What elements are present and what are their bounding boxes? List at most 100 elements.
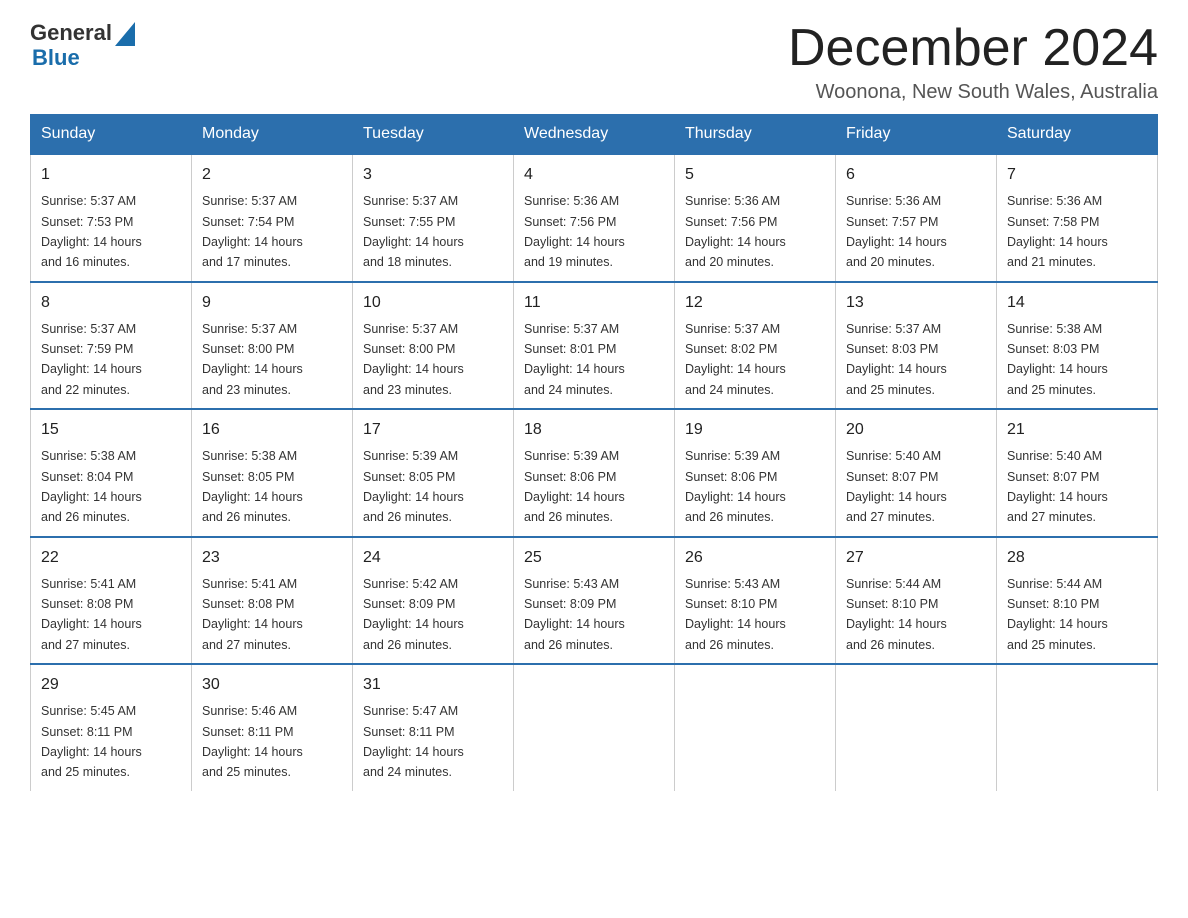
- calendar-cell: 7 Sunrise: 5:36 AMSunset: 7:58 PMDayligh…: [997, 154, 1158, 282]
- calendar-cell: 26 Sunrise: 5:43 AMSunset: 8:10 PMDaylig…: [675, 537, 836, 665]
- day-info: Sunrise: 5:39 AMSunset: 8:06 PMDaylight:…: [685, 449, 786, 524]
- day-number: 8: [41, 291, 181, 315]
- calendar-cell: 15 Sunrise: 5:38 AMSunset: 8:04 PMDaylig…: [31, 409, 192, 537]
- day-info: Sunrise: 5:37 AMSunset: 8:01 PMDaylight:…: [524, 322, 625, 397]
- day-number: 7: [1007, 163, 1147, 187]
- title-section: December 2024 Woonona, New South Wales, …: [788, 20, 1158, 104]
- day-number: 10: [363, 291, 503, 315]
- calendar-cell: 12 Sunrise: 5:37 AMSunset: 8:02 PMDaylig…: [675, 282, 836, 410]
- day-info: Sunrise: 5:37 AMSunset: 7:53 PMDaylight:…: [41, 194, 142, 269]
- logo: General Blue: [30, 20, 135, 70]
- week-row-2: 8 Sunrise: 5:37 AMSunset: 7:59 PMDayligh…: [31, 282, 1158, 410]
- day-number: 26: [685, 546, 825, 570]
- calendar-cell: 29 Sunrise: 5:45 AMSunset: 8:11 PMDaylig…: [31, 664, 192, 791]
- header-saturday: Saturday: [997, 115, 1158, 155]
- calendar-cell: 30 Sunrise: 5:46 AMSunset: 8:11 PMDaylig…: [192, 664, 353, 791]
- day-number: 21: [1007, 418, 1147, 442]
- day-info: Sunrise: 5:45 AMSunset: 8:11 PMDaylight:…: [41, 704, 142, 779]
- header-monday: Monday: [192, 115, 353, 155]
- week-row-3: 15 Sunrise: 5:38 AMSunset: 8:04 PMDaylig…: [31, 409, 1158, 537]
- day-number: 11: [524, 291, 664, 315]
- calendar-header-row: SundayMondayTuesdayWednesdayThursdayFrid…: [31, 115, 1158, 155]
- calendar-cell: 25 Sunrise: 5:43 AMSunset: 8:09 PMDaylig…: [514, 537, 675, 665]
- day-info: Sunrise: 5:38 AMSunset: 8:03 PMDaylight:…: [1007, 322, 1108, 397]
- day-info: Sunrise: 5:39 AMSunset: 8:06 PMDaylight:…: [524, 449, 625, 524]
- calendar-cell: 20 Sunrise: 5:40 AMSunset: 8:07 PMDaylig…: [836, 409, 997, 537]
- calendar-cell: 6 Sunrise: 5:36 AMSunset: 7:57 PMDayligh…: [836, 154, 997, 282]
- day-number: 22: [41, 546, 181, 570]
- day-info: Sunrise: 5:40 AMSunset: 8:07 PMDaylight:…: [1007, 449, 1108, 524]
- header-thursday: Thursday: [675, 115, 836, 155]
- day-number: 29: [41, 673, 181, 697]
- calendar-cell: 28 Sunrise: 5:44 AMSunset: 8:10 PMDaylig…: [997, 537, 1158, 665]
- day-number: 27: [846, 546, 986, 570]
- day-number: 15: [41, 418, 181, 442]
- logo-triangle-icon: [115, 22, 135, 46]
- day-info: Sunrise: 5:37 AMSunset: 7:55 PMDaylight:…: [363, 194, 464, 269]
- header-sunday: Sunday: [31, 115, 192, 155]
- day-info: Sunrise: 5:46 AMSunset: 8:11 PMDaylight:…: [202, 704, 303, 779]
- day-info: Sunrise: 5:44 AMSunset: 8:10 PMDaylight:…: [846, 577, 947, 652]
- calendar-table: SundayMondayTuesdayWednesdayThursdayFrid…: [30, 114, 1158, 791]
- calendar-cell: 31 Sunrise: 5:47 AMSunset: 8:11 PMDaylig…: [353, 664, 514, 791]
- header-friday: Friday: [836, 115, 997, 155]
- calendar-cell: 9 Sunrise: 5:37 AMSunset: 8:00 PMDayligh…: [192, 282, 353, 410]
- location: Woonona, New South Wales, Australia: [788, 81, 1158, 104]
- day-number: 30: [202, 673, 342, 697]
- calendar-cell: [675, 664, 836, 791]
- day-number: 28: [1007, 546, 1147, 570]
- day-info: Sunrise: 5:40 AMSunset: 8:07 PMDaylight:…: [846, 449, 947, 524]
- day-number: 6: [846, 163, 986, 187]
- calendar-cell: 8 Sunrise: 5:37 AMSunset: 7:59 PMDayligh…: [31, 282, 192, 410]
- calendar-cell: 23 Sunrise: 5:41 AMSunset: 8:08 PMDaylig…: [192, 537, 353, 665]
- day-info: Sunrise: 5:36 AMSunset: 7:57 PMDaylight:…: [846, 194, 947, 269]
- week-row-4: 22 Sunrise: 5:41 AMSunset: 8:08 PMDaylig…: [31, 537, 1158, 665]
- day-number: 20: [846, 418, 986, 442]
- day-number: 2: [202, 163, 342, 187]
- day-number: 17: [363, 418, 503, 442]
- day-number: 18: [524, 418, 664, 442]
- calendar-cell: [997, 664, 1158, 791]
- day-number: 12: [685, 291, 825, 315]
- day-info: Sunrise: 5:37 AMSunset: 7:54 PMDaylight:…: [202, 194, 303, 269]
- day-info: Sunrise: 5:37 AMSunset: 8:00 PMDaylight:…: [363, 322, 464, 397]
- day-number: 31: [363, 673, 503, 697]
- day-info: Sunrise: 5:41 AMSunset: 8:08 PMDaylight:…: [41, 577, 142, 652]
- week-row-5: 29 Sunrise: 5:45 AMSunset: 8:11 PMDaylig…: [31, 664, 1158, 791]
- day-info: Sunrise: 5:44 AMSunset: 8:10 PMDaylight:…: [1007, 577, 1108, 652]
- calendar-body: 1 Sunrise: 5:37 AMSunset: 7:53 PMDayligh…: [31, 154, 1158, 791]
- calendar-cell: 24 Sunrise: 5:42 AMSunset: 8:09 PMDaylig…: [353, 537, 514, 665]
- day-number: 16: [202, 418, 342, 442]
- day-info: Sunrise: 5:37 AMSunset: 8:03 PMDaylight:…: [846, 322, 947, 397]
- calendar-cell: 1 Sunrise: 5:37 AMSunset: 7:53 PMDayligh…: [31, 154, 192, 282]
- calendar-cell: 27 Sunrise: 5:44 AMSunset: 8:10 PMDaylig…: [836, 537, 997, 665]
- day-number: 3: [363, 163, 503, 187]
- day-info: Sunrise: 5:43 AMSunset: 8:09 PMDaylight:…: [524, 577, 625, 652]
- calendar-cell: 18 Sunrise: 5:39 AMSunset: 8:06 PMDaylig…: [514, 409, 675, 537]
- day-info: Sunrise: 5:41 AMSunset: 8:08 PMDaylight:…: [202, 577, 303, 652]
- header-wednesday: Wednesday: [514, 115, 675, 155]
- day-number: 14: [1007, 291, 1147, 315]
- calendar-cell: 2 Sunrise: 5:37 AMSunset: 7:54 PMDayligh…: [192, 154, 353, 282]
- page-header: General Blue December 2024 Woonona, New …: [30, 20, 1158, 104]
- day-info: Sunrise: 5:36 AMSunset: 7:56 PMDaylight:…: [524, 194, 625, 269]
- calendar-cell: 11 Sunrise: 5:37 AMSunset: 8:01 PMDaylig…: [514, 282, 675, 410]
- day-info: Sunrise: 5:38 AMSunset: 8:05 PMDaylight:…: [202, 449, 303, 524]
- week-row-1: 1 Sunrise: 5:37 AMSunset: 7:53 PMDayligh…: [31, 154, 1158, 282]
- header-tuesday: Tuesday: [353, 115, 514, 155]
- day-number: 24: [363, 546, 503, 570]
- calendar-cell: 16 Sunrise: 5:38 AMSunset: 8:05 PMDaylig…: [192, 409, 353, 537]
- day-info: Sunrise: 5:36 AMSunset: 7:58 PMDaylight:…: [1007, 194, 1108, 269]
- calendar-cell: 5 Sunrise: 5:36 AMSunset: 7:56 PMDayligh…: [675, 154, 836, 282]
- day-number: 9: [202, 291, 342, 315]
- logo-text-blue: Blue: [32, 45, 80, 70]
- day-info: Sunrise: 5:39 AMSunset: 8:05 PMDaylight:…: [363, 449, 464, 524]
- month-title: December 2024: [788, 20, 1158, 77]
- day-info: Sunrise: 5:42 AMSunset: 8:09 PMDaylight:…: [363, 577, 464, 652]
- calendar-cell: 3 Sunrise: 5:37 AMSunset: 7:55 PMDayligh…: [353, 154, 514, 282]
- day-info: Sunrise: 5:37 AMSunset: 8:02 PMDaylight:…: [685, 322, 786, 397]
- calendar-cell: 13 Sunrise: 5:37 AMSunset: 8:03 PMDaylig…: [836, 282, 997, 410]
- calendar-cell: 10 Sunrise: 5:37 AMSunset: 8:00 PMDaylig…: [353, 282, 514, 410]
- day-number: 5: [685, 163, 825, 187]
- day-info: Sunrise: 5:37 AMSunset: 7:59 PMDaylight:…: [41, 322, 142, 397]
